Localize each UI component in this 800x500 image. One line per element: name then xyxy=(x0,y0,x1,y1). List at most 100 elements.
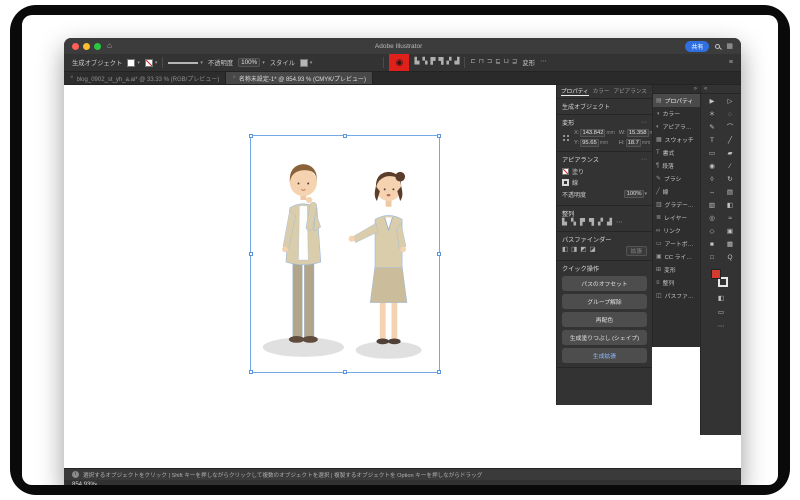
align-center-h-icon[interactable]: ▚ xyxy=(571,219,576,227)
v-align-top-icon[interactable]: ▜ xyxy=(438,59,443,66)
pathfinder-minus-front-icon[interactable]: ◨ xyxy=(571,247,577,254)
h-align-right-icon[interactable]: ▛ xyxy=(430,59,435,66)
v-align-center-icon[interactable]: ▞ xyxy=(446,59,451,66)
arrange-documents-icon[interactable]: ▦ xyxy=(726,42,733,50)
perspective-grid-tool[interactable]: ◎ xyxy=(709,213,715,225)
dock-item-transform[interactable]: ⊞ 変形 xyxy=(653,263,700,276)
distribute-top-icon[interactable]: ⊏ xyxy=(470,59,475,66)
blend-tool[interactable]: ■ xyxy=(710,239,714,251)
pathfinder-unite-icon[interactable]: ◧ xyxy=(562,247,568,254)
rectangle-tool[interactable]: ▭ xyxy=(709,148,715,160)
reference-point-selector[interactable] xyxy=(562,133,571,143)
chevron-down-icon[interactable]: ▾ xyxy=(200,60,203,66)
selection-handle[interactable] xyxy=(437,370,441,374)
chevron-down-icon[interactable]: ▾ xyxy=(644,191,647,197)
h-value[interactable]: 18.7 xyxy=(625,139,641,147)
fill-stroke-control[interactable] xyxy=(711,269,729,289)
x-value[interactable]: 143.842 xyxy=(580,129,606,137)
canvas[interactable] xyxy=(249,134,441,374)
fill-indicator[interactable] xyxy=(711,269,721,279)
selection-handle[interactable] xyxy=(249,252,253,256)
dock-item-properties[interactable]: ▤ プロパティ xyxy=(653,94,700,107)
document-tab-1[interactable]: × blog_0902_st_yh_a.ai* @ 33.33 % (RGB/プ… xyxy=(64,72,227,84)
v-align-bottom-icon[interactable]: ▟ xyxy=(454,59,459,66)
highlighted-generative-button[interactable]: ◉ xyxy=(389,54,410,71)
screen-mode-icon[interactable]: ▭ xyxy=(718,307,724,319)
dock-item-links[interactable]: ∞ リンク xyxy=(653,224,700,237)
dock-item-align[interactable]: ≡ 整列 xyxy=(653,276,700,289)
document-tab-2-active[interactable]: × 名称未設定-1* @ 854.93 % (CMYK/プレビュー) xyxy=(226,72,373,84)
pathfinder-intersect-icon[interactable]: ◩ xyxy=(580,247,586,254)
selection-handle[interactable] xyxy=(343,370,347,374)
stroke-color-swatch[interactable] xyxy=(144,58,153,67)
home-icon[interactable]: ⌂ xyxy=(107,42,112,50)
close-tab-icon[interactable]: × xyxy=(232,75,236,81)
fill-color-swatch[interactable] xyxy=(127,58,136,67)
chevron-down-icon[interactable]: ▾ xyxy=(310,60,313,66)
search-icon[interactable] xyxy=(715,43,721,49)
artboard-tool[interactable]: □ xyxy=(710,252,714,264)
stroke-swatch[interactable] xyxy=(562,179,569,186)
dock-item-stroke[interactable]: ╱ 線 xyxy=(653,185,700,198)
selection-bounding-box[interactable] xyxy=(249,134,441,374)
selection-handle[interactable] xyxy=(249,370,253,374)
gradient-tool[interactable]: ◇ xyxy=(710,226,715,238)
align-bottom-icon[interactable]: ▟ xyxy=(607,219,612,227)
dock-item-gradient[interactable]: ▥グラデーション xyxy=(653,198,700,211)
style-swatch[interactable] xyxy=(299,58,308,67)
h-align-center-icon[interactable]: ▚ xyxy=(422,59,427,66)
selection-handle[interactable] xyxy=(343,134,347,138)
selection-handle[interactable] xyxy=(437,252,441,256)
scale-tool[interactable]: ⇔ xyxy=(709,187,716,199)
opacity-value[interactable]: 100% xyxy=(238,58,261,67)
zoom-window-button[interactable] xyxy=(94,42,101,50)
dock-item-brushes[interactable]: ✎ ブラシ xyxy=(653,172,700,185)
curvature-tool[interactable]: ⌒ xyxy=(727,122,734,134)
h-align-left-icon[interactable]: ▙ xyxy=(414,59,419,66)
zoom-level[interactable]: 854.93% xyxy=(72,482,96,485)
distribute-center-v-icon[interactable]: ⊓ xyxy=(479,59,484,66)
eraser-tool[interactable]: ◊ xyxy=(710,174,713,186)
shape-builder-tool[interactable]: ◧ xyxy=(727,200,733,212)
line-segment-tool[interactable]: ╱ xyxy=(728,135,732,147)
draw-mode-icon[interactable]: ◧ xyxy=(718,293,724,305)
ungroup-button[interactable]: グループ解除 xyxy=(562,293,647,309)
rotate-tool[interactable]: ↻ xyxy=(727,174,732,186)
fill-swatch[interactable] xyxy=(562,167,569,175)
y-value[interactable]: 95.65 xyxy=(580,139,599,147)
minimize-window-button[interactable] xyxy=(83,42,90,50)
panel-tab-color[interactable]: カラー xyxy=(593,87,610,96)
zoom-dropdown-icon[interactable]: ▾ xyxy=(95,482,98,485)
w-value[interactable]: 15.358 xyxy=(626,129,649,137)
zoom-tool[interactable]: Q xyxy=(727,252,732,264)
distribute-left-icon[interactable]: ⊑ xyxy=(495,59,500,66)
panel-menu-icon[interactable]: ≡ xyxy=(729,59,733,66)
more-options-icon[interactable]: ⋯ xyxy=(641,156,647,163)
more-options-icon[interactable]: ⋯ xyxy=(540,59,547,66)
selection-tool[interactable]: ▶ xyxy=(710,96,715,108)
stroke-width-control[interactable] xyxy=(168,61,199,64)
paintbrush-tool[interactable]: ◉ xyxy=(709,161,715,173)
symbol-sprayer-tool[interactable]: ▦ xyxy=(727,239,733,251)
dock-item-swatches[interactable]: ▦ スウォッチ xyxy=(653,133,700,146)
dock-item-color[interactable]: ◑ カラー xyxy=(653,107,700,120)
more-tools-icon[interactable]: ⋯ xyxy=(718,321,725,333)
distribute-bottom-icon[interactable]: ⊐ xyxy=(487,59,492,66)
shaper-tool[interactable]: ▰ xyxy=(728,148,733,160)
recolor-button[interactable]: 再配色 xyxy=(562,311,647,327)
align-right-icon[interactable]: ▛ xyxy=(580,219,585,227)
more-align-icon[interactable]: ⋯ xyxy=(616,219,623,227)
pen-tool[interactable]: ✎ xyxy=(709,122,714,134)
chevron-down-icon[interactable]: ▾ xyxy=(137,60,140,66)
panel-tab-properties[interactable]: プロパティ xyxy=(561,87,589,96)
dock-item-cc-libraries[interactable]: ▣CC ライブラリ xyxy=(653,250,700,263)
pathfinder-exclude-icon[interactable]: ◪ xyxy=(589,247,595,254)
pencil-tool[interactable]: ∕ xyxy=(729,161,730,173)
distribute-right-icon[interactable]: ⊒ xyxy=(512,59,517,66)
align-left-icon[interactable]: ▙ xyxy=(562,219,567,227)
chevron-down-icon[interactable]: ▾ xyxy=(155,60,158,66)
offset-path-button[interactable]: パスのオフセット xyxy=(562,275,647,291)
eyedropper-tool[interactable]: ▣ xyxy=(727,226,733,238)
selection-handle[interactable] xyxy=(437,134,441,138)
magic-wand-tool[interactable]: ＊ xyxy=(709,109,716,121)
